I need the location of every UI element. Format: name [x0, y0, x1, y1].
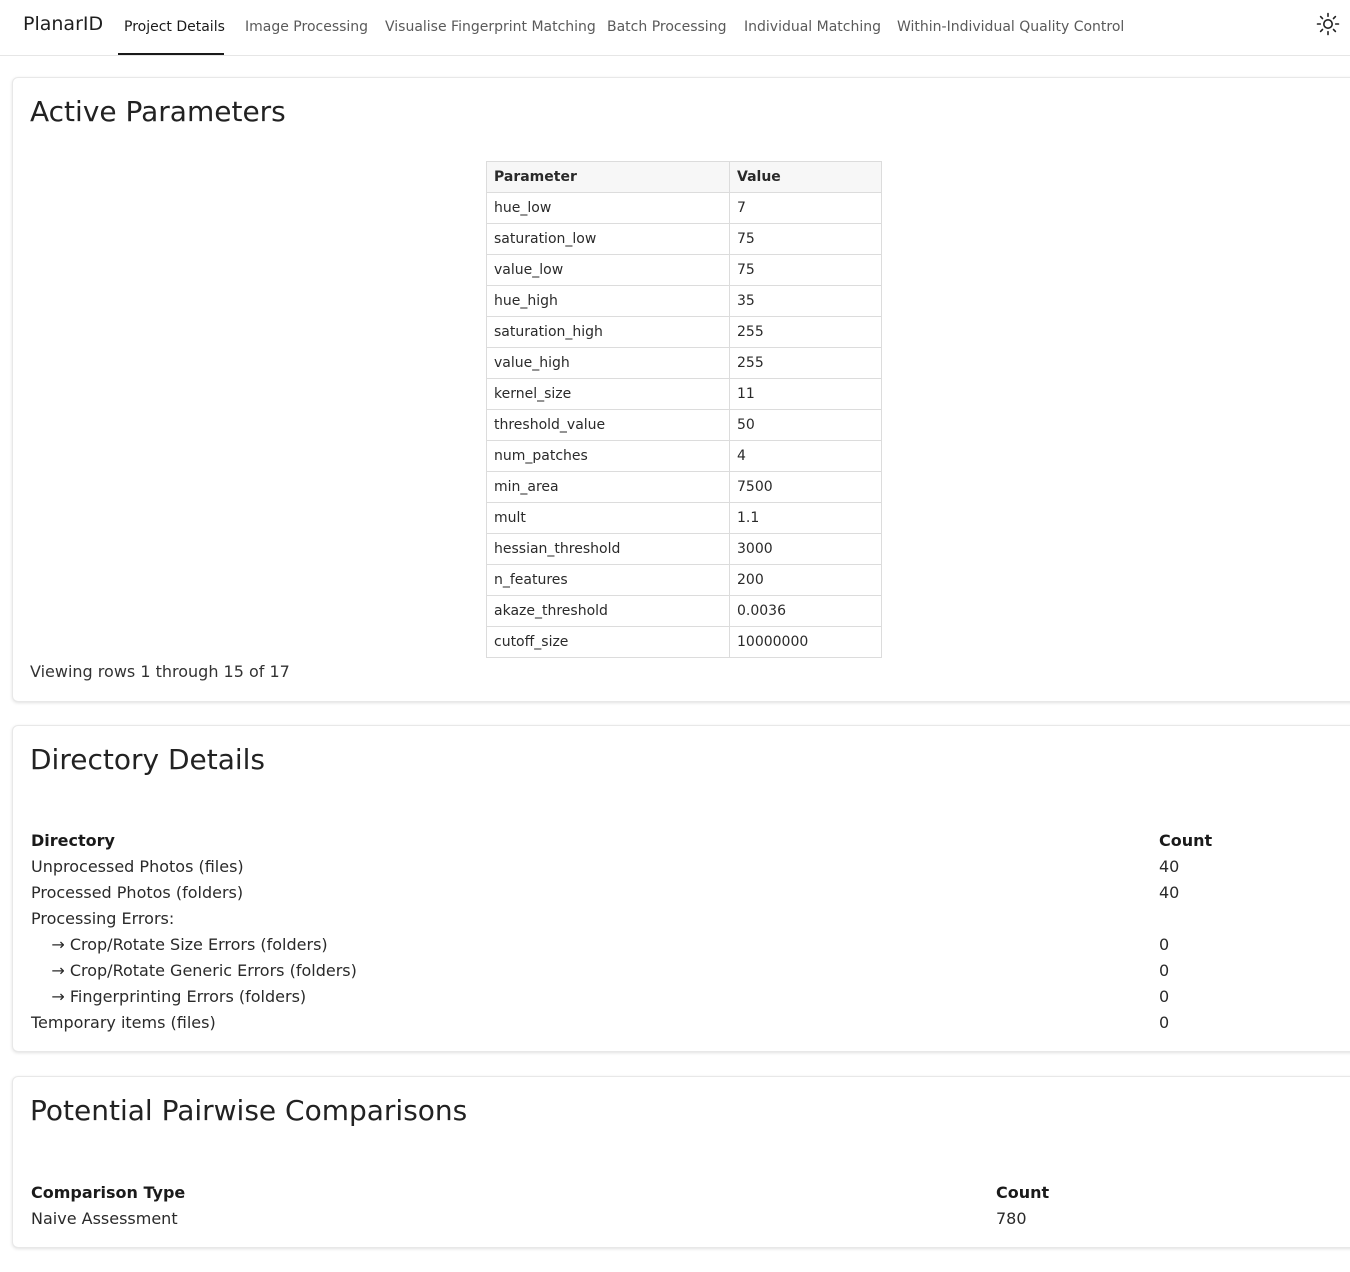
table-row: num_patches 4 [486, 440, 882, 472]
table-row: cutoff_size 10000000 [486, 626, 882, 658]
parameter-value: 75 [729, 254, 882, 286]
tab-image-processing[interactable]: Image Processing [245, 19, 368, 35]
parameter-value: 50 [729, 409, 882, 441]
parameter-name: value_high [486, 347, 730, 379]
table-row: hessian_threshold 3000 [486, 533, 882, 565]
top-navbar: PlanarID Project Details Image Processin… [0, 0, 1350, 56]
tab-project-details[interactable]: Project Details [124, 19, 225, 35]
column-header-parameter[interactable]: Parameter [486, 161, 730, 193]
table-row: mult 1.1 [486, 502, 882, 534]
parameter-name: threshold_value [486, 409, 730, 441]
directory-name: Unprocessed Photos (files) [31, 857, 244, 876]
directory-count: 0 [1159, 961, 1170, 980]
column-header-value[interactable]: Value [729, 161, 882, 193]
parameter-value: 35 [729, 285, 882, 317]
pagination-info: Viewing rows 1 through 15 of 17 [30, 662, 290, 681]
brand-title[interactable]: PlanarID [23, 13, 103, 35]
directory-name: Processing Errors: [31, 909, 175, 928]
parameter-value: 11 [729, 378, 882, 410]
sun-icon [1316, 12, 1340, 36]
comparison-count: 780 [996, 1209, 1027, 1228]
pairwise-comparisons-card: Potential Pairwise Comparisons Compariso… [12, 1076, 1350, 1248]
table-row: kernel_size 11 [486, 378, 882, 410]
parameter-name: saturation_low [486, 223, 730, 255]
parameter-name: cutoff_size [486, 626, 730, 658]
tab-individual-matching[interactable]: Individual Matching [744, 19, 881, 35]
parameter-value: 0.0036 [729, 595, 882, 627]
parameter-name: mult [486, 502, 730, 534]
parameter-name: value_low [486, 254, 730, 286]
directory-name: → Crop/Rotate Size Errors (folders) [31, 935, 328, 954]
active-parameters-card: Active Parameters Parameter Value hue_lo… [12, 77, 1350, 702]
table-header-row: Parameter Value [486, 161, 882, 193]
table-row: value_low 75 [486, 254, 882, 286]
directory-name: → Crop/Rotate Generic Errors (folders) [31, 961, 357, 980]
table-row: n_features 200 [486, 564, 882, 596]
active-parameters-title: Active Parameters [30, 95, 286, 128]
parameter-name: hue_high [486, 285, 730, 317]
table-row: threshold_value 50 [486, 409, 882, 441]
parameter-value: 3000 [729, 533, 882, 565]
parameter-value: 7500 [729, 471, 882, 503]
table-row: min_area 7500 [486, 471, 882, 503]
table-row: saturation_low 75 [486, 223, 882, 255]
parameters-table: Parameter Value hue_low 7 saturation_low 7… [486, 161, 882, 658]
directory-count: 40 [1159, 857, 1180, 876]
directory-name: → Fingerprinting Errors (folders) [31, 987, 307, 1006]
parameter-value: 10000000 [729, 626, 882, 658]
parameter-value: 200 [729, 564, 882, 596]
column-header-comparison-type: Comparison Type [31, 1183, 186, 1202]
table-row: hue_low 7 [486, 192, 882, 224]
parameter-name: n_features [486, 564, 730, 596]
column-header-count: Count [996, 1183, 1050, 1202]
parameter-name: akaze_threshold [486, 595, 730, 627]
tab-batch-processing[interactable]: Batch Processing [607, 19, 726, 35]
parameter-name: hue_low [486, 192, 730, 224]
column-header-directory: Directory [31, 831, 115, 850]
directory-count: 0 [1159, 935, 1170, 954]
directory-name: Temporary items (files) [31, 1013, 216, 1032]
table-row: saturation_high 255 [486, 316, 882, 348]
tab-within-individual-quality-control[interactable]: Within-Individual Quality Control [897, 19, 1124, 35]
parameter-value: 4 [729, 440, 882, 472]
tab-visualise-fingerprint-matching[interactable]: Visualise Fingerprint Matching [385, 19, 596, 35]
table-row: hue_high 35 [486, 285, 882, 317]
table-row: akaze_threshold 0.0036 [486, 595, 882, 627]
parameter-value: 255 [729, 316, 882, 348]
parameter-name: hessian_threshold [486, 533, 730, 565]
directory-count: 40 [1159, 883, 1180, 902]
parameter-name: min_area [486, 471, 730, 503]
directory-name: Processed Photos (folders) [31, 883, 244, 902]
parameter-name: num_patches [486, 440, 730, 472]
parameter-name: saturation_high [486, 316, 730, 348]
parameter-value: 75 [729, 223, 882, 255]
pairwise-comparisons-title: Potential Pairwise Comparisons [30, 1094, 468, 1127]
parameter-value: 255 [729, 347, 882, 379]
table-row: value_high 255 [486, 347, 882, 379]
comparison-type: Naive Assessment [31, 1209, 178, 1228]
parameter-value: 7 [729, 192, 882, 224]
directory-count: 0 [1159, 1013, 1170, 1032]
column-header-count: Count [1159, 831, 1213, 850]
directory-details-title: Directory Details [30, 743, 266, 776]
directory-details-card: Directory Details Directory Count Unproc… [12, 725, 1350, 1052]
directory-count: 0 [1159, 987, 1170, 1006]
theme-toggle-button[interactable] [1316, 12, 1340, 36]
active-tab-indicator [118, 53, 224, 55]
parameter-value: 1.1 [729, 502, 882, 534]
parameter-name: kernel_size [486, 378, 730, 410]
